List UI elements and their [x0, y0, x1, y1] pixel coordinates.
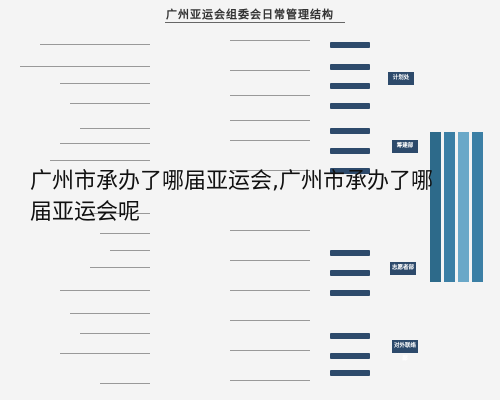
group-label: 志愿者部 [390, 262, 416, 275]
group-label: 筹建部 [392, 140, 418, 153]
page-title: 广州亚运会组委会日常管理结构 [166, 8, 334, 21]
overlay-text: 广州市承办了哪届亚运会,广州市承办了哪 届亚运会呢 [30, 166, 500, 228]
title-divider [165, 22, 345, 23]
group-label: 对外联络部 [392, 340, 418, 362]
overlay-line-2: 届亚运会呢 [30, 200, 141, 225]
overlay-line-1: 广州市承办了哪届亚运会,广州市承办了哪 [30, 169, 433, 194]
group-label: 计划处 [388, 72, 414, 85]
